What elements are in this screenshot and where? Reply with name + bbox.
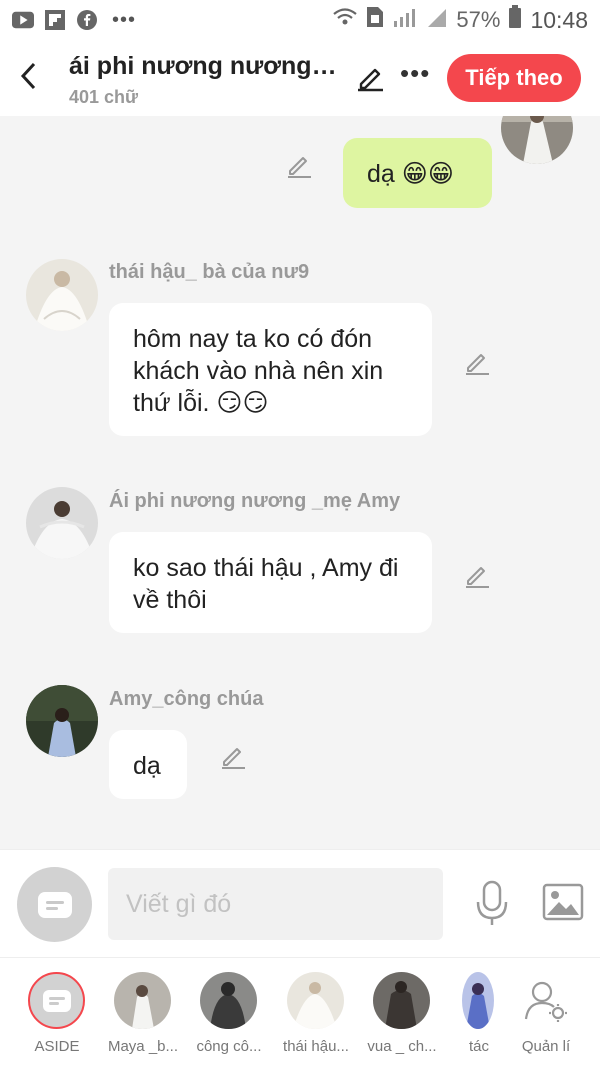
microphone-icon [476,880,508,925]
status-more-icon: ••• [112,8,137,31]
signal-icon [392,6,418,34]
image-button[interactable] [542,882,584,922]
clock: 10:48 [530,6,588,33]
avatar [287,972,344,1029]
chat-bubble-icon [37,891,72,918]
edit-title-button[interactable] [355,62,385,92]
manage-user-icon [517,972,574,1029]
edit-message-button[interactable] [219,742,247,770]
microphone-button[interactable] [474,880,510,926]
avatar [373,972,430,1029]
avatar [200,972,257,1029]
pencil-icon [288,157,311,178]
chat-title[interactable]: ái phi nương nương l... [69,52,339,81]
chat-area[interactable]: dạ 😁😁 thái hậu_ bà của nư9 hôm nay ta ko… [0,116,600,849]
chevron-left-icon [20,62,36,90]
message-bubble[interactable]: dạ [109,730,187,799]
tab-label: ASIDE [34,1038,80,1055]
tab-character[interactable]: vua _ ch... [359,958,445,1067]
avatar [114,972,171,1029]
wifi-icon [332,6,358,34]
pencil-icon [222,748,245,769]
sim-icon [366,6,384,34]
tab-manage[interactable]: Quản lí [503,958,589,1067]
sender-name: Ái phi nương nương _mẹ Amy [109,490,401,512]
youtube-icon [12,9,34,31]
avatar[interactable] [501,116,573,164]
flipboard-icon [44,9,66,31]
tab-character[interactable]: công cô... [186,958,272,1067]
avatar[interactable] [26,487,98,559]
chat-header: ái phi nương nương l... 401 chữ ••• Tiếp… [0,40,600,116]
sender-name: Amy_công chúa [109,688,264,710]
tab-character[interactable]: Maya _b... [100,958,186,1067]
tab-label: Quản lí [521,1038,571,1055]
battery-percent: 57% [456,7,501,32]
message-bubble[interactable]: hôm nay ta ko có đón khách vào nhà nên x… [109,303,432,436]
composer [0,849,600,957]
sender-name: thái hậu_ bà của nư9 [109,261,310,283]
message-input[interactable] [108,868,443,940]
tab-label: công cô... [196,1038,262,1055]
signal-2-icon [426,6,448,34]
edit-message-button[interactable] [463,561,491,589]
tab-label: vua _ ch... [367,1038,437,1055]
image-icon [542,883,584,921]
word-count: 401 chữ [69,87,139,107]
pencil-icon [466,354,489,375]
edit-message-button[interactable] [463,348,491,376]
avatar[interactable] [26,685,98,757]
aside-icon [28,972,85,1029]
more-options-button[interactable]: ••• [400,58,430,89]
tab-character[interactable]: thái hậu... [273,958,359,1067]
battery-icon [508,5,522,35]
facebook-icon [76,9,98,31]
status-bar: ••• 57% 10:48 [0,0,600,40]
pencil-icon [358,68,383,92]
edit-message-button[interactable] [285,151,313,179]
tab-aside[interactable]: ASIDE [14,958,100,1067]
tab-label: Maya _b... [107,1038,179,1055]
avatar[interactable] [26,259,98,331]
character-bar: ASIDE Maya _b... công cô... thái hậu... … [0,957,600,1067]
next-button[interactable]: Tiếp theo [447,54,581,102]
message-bubble[interactable]: ko sao thái hậu , Amy đi về thôi [109,532,432,633]
message-bubble-mine[interactable]: dạ 😁😁 [343,138,492,208]
pencil-icon [466,567,489,588]
tab-label: thái hậu... [283,1038,349,1055]
aside-toggle-button[interactable] [17,867,92,942]
avatar [462,972,494,1029]
back-button[interactable] [14,60,42,92]
